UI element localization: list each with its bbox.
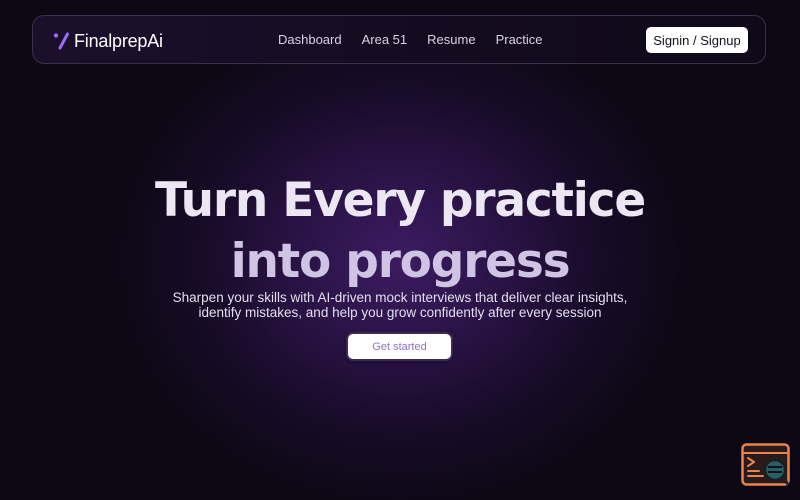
hero-title-line-1: Turn Every practice — [154, 173, 646, 228]
signin-signup-button[interactable]: Signin / Signup — [646, 27, 748, 53]
brand-name: FinalprepAi — [74, 30, 163, 51]
nav-link-resume[interactable]: Resume — [427, 32, 475, 47]
hero-title: Turn Every practice into progress — [0, 170, 800, 292]
nav-link-practice[interactable]: Practice — [496, 32, 543, 47]
nav-link-area-51[interactable]: Area 51 — [362, 32, 408, 47]
hero-subtitle-line-2: identify mistakes, and help you grow con… — [198, 305, 602, 320]
main-nav: Dashboard Area 51 Resume Practice — [278, 32, 563, 47]
hero-subtitle-line-1: Sharpen your skills with AI-driven mock … — [172, 290, 628, 305]
logo-slash-icon — [53, 32, 69, 50]
hero-subtitle: Sharpen your skills with AI-driven mock … — [100, 290, 700, 320]
hero-title-line-2: into progress — [230, 234, 571, 289]
nav-link-dashboard[interactable]: Dashboard — [278, 32, 342, 47]
terminal-search-icon — [741, 443, 790, 486]
get-started-button[interactable]: Get started — [348, 334, 451, 359]
top-navbar: FinalprepAi Dashboard Area 51 Resume Pra… — [32, 15, 766, 64]
floating-helper-widget[interactable] — [741, 443, 790, 488]
brand-logo[interactable]: FinalprepAi — [53, 30, 163, 52]
